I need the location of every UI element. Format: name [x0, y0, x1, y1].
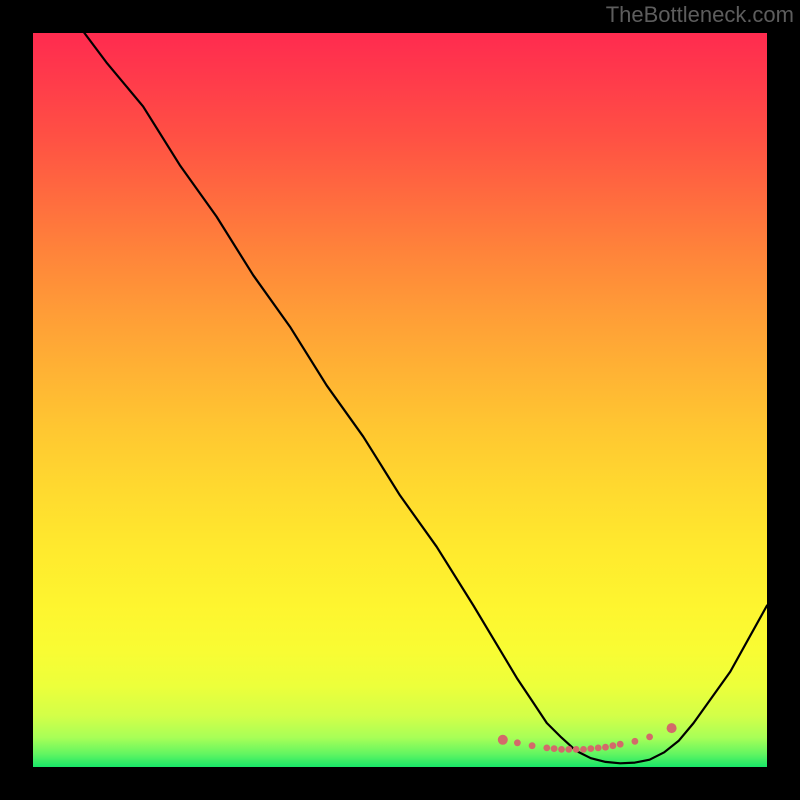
marker-dot: [580, 746, 587, 753]
marker-dot: [514, 739, 521, 746]
marker-dot: [617, 741, 624, 748]
marker-dot: [558, 746, 565, 753]
marker-dot: [610, 742, 617, 749]
marker-dot: [587, 745, 594, 752]
marker-dot: [529, 742, 536, 749]
marker-dot: [498, 735, 508, 745]
marker-dot: [667, 723, 677, 733]
optimal-range-markers: [498, 723, 677, 753]
chart-svg: [33, 33, 767, 767]
watermark-text: TheBottleneck.com: [606, 2, 794, 28]
marker-dot: [543, 745, 550, 752]
marker-dot: [565, 746, 572, 753]
marker-dot: [632, 738, 639, 745]
marker-dot: [595, 745, 602, 752]
marker-dot: [551, 745, 558, 752]
marker-dot: [602, 744, 609, 751]
marker-dot: [573, 746, 580, 753]
plot-area: [33, 33, 767, 767]
marker-dot: [646, 734, 653, 741]
chart-container: TheBottleneck.com: [0, 0, 800, 800]
bottleneck-curve-line: [84, 33, 767, 763]
